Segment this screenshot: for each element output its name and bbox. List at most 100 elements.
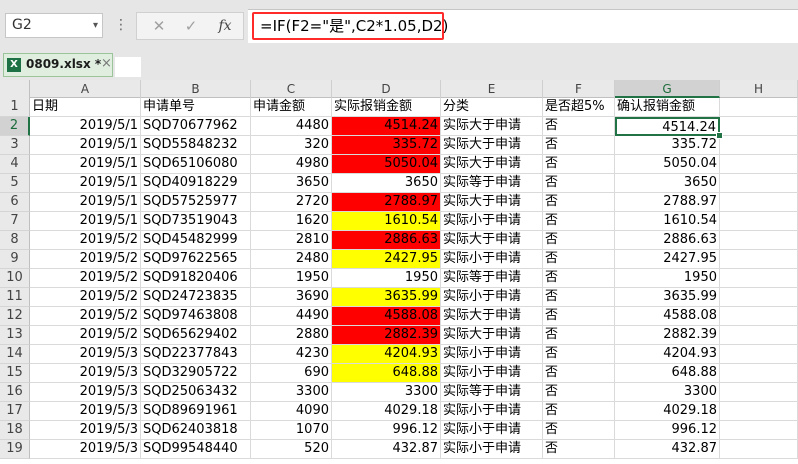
cell-over[interactable]: 否 xyxy=(543,212,615,231)
cell-actual[interactable]: 2427.95 xyxy=(332,250,441,269)
cell-date[interactable]: 2019/5/2 xyxy=(30,231,141,250)
cell-f1[interactable]: 是否超5% xyxy=(543,98,615,117)
cell-confirm[interactable]: 335.72 xyxy=(615,136,720,155)
cell-category[interactable]: 实际小于申请 xyxy=(441,250,543,269)
cell-over[interactable]: 否 xyxy=(543,288,615,307)
cell-apply[interactable]: 320 xyxy=(251,136,332,155)
cell-apply[interactable]: 2720 xyxy=(251,193,332,212)
cell-empty[interactable] xyxy=(720,193,798,212)
cell-c1[interactable]: 申请金额 xyxy=(251,98,332,117)
cell-date[interactable]: 2019/5/2 xyxy=(30,250,141,269)
cell-empty[interactable] xyxy=(720,345,798,364)
cell-empty[interactable] xyxy=(720,307,798,326)
cell-date[interactable]: 2019/5/2 xyxy=(30,269,141,288)
cell-category[interactable]: 实际小于申请 xyxy=(441,421,543,440)
cell-actual[interactable]: 648.88 xyxy=(332,364,441,383)
cell-apply[interactable]: 4490 xyxy=(251,307,332,326)
cell-over[interactable]: 否 xyxy=(543,174,615,193)
cell-apply[interactable]: 4090 xyxy=(251,402,332,421)
more-options-icon[interactable]: ⋮ xyxy=(114,14,128,36)
cell-empty[interactable] xyxy=(720,231,798,250)
cell-id[interactable]: SQD91820406 xyxy=(141,269,251,288)
cell-empty[interactable] xyxy=(720,421,798,440)
cell-category[interactable]: 实际小于申请 xyxy=(441,212,543,231)
cell-date[interactable]: 2019/5/1 xyxy=(30,212,141,231)
cell-date[interactable]: 2019/5/1 xyxy=(30,174,141,193)
cell-actual[interactable]: 2788.97 xyxy=(332,193,441,212)
cell-actual[interactable]: 335.72 xyxy=(332,136,441,155)
cell-id[interactable]: SQD32905722 xyxy=(141,364,251,383)
cell-apply[interactable]: 4980 xyxy=(251,155,332,174)
row-number[interactable]: 1 xyxy=(0,98,30,117)
cell-actual[interactable]: 4514.24 xyxy=(332,117,441,136)
cell-confirm[interactable]: 2427.95 xyxy=(615,250,720,269)
cell-date[interactable]: 2019/5/2 xyxy=(30,326,141,345)
cell-confirm[interactable]: 1610.54 xyxy=(615,212,720,231)
cell-actual[interactable]: 4029.18 xyxy=(332,402,441,421)
select-all-corner[interactable] xyxy=(0,80,30,98)
cell-apply[interactable]: 3650 xyxy=(251,174,332,193)
cell-confirm[interactable]: 648.88 xyxy=(615,364,720,383)
row-number[interactable]: 13 xyxy=(0,326,30,345)
cell-apply[interactable]: 520 xyxy=(251,440,332,459)
cell-date[interactable]: 2019/5/1 xyxy=(30,193,141,212)
cell-confirm[interactable]: 432.87 xyxy=(615,440,720,459)
column-header-h[interactable]: H xyxy=(720,80,798,98)
cell-over[interactable]: 否 xyxy=(543,440,615,459)
cell-category[interactable]: 实际小于申请 xyxy=(441,364,543,383)
enter-icon[interactable]: ✓ xyxy=(177,15,205,37)
row-number[interactable]: 8 xyxy=(0,231,30,250)
cell-over[interactable]: 否 xyxy=(543,383,615,402)
cell-date[interactable]: 2019/5/1 xyxy=(30,155,141,174)
chevron-down-icon[interactable]: ▾ xyxy=(93,14,98,37)
cell-empty[interactable] xyxy=(720,364,798,383)
cell-actual[interactable]: 3635.99 xyxy=(332,288,441,307)
cell-date[interactable]: 2019/5/1 xyxy=(30,117,141,136)
cell-actual[interactable]: 4588.08 xyxy=(332,307,441,326)
cell-actual[interactable]: 1950 xyxy=(332,269,441,288)
row-number[interactable]: 10 xyxy=(0,269,30,288)
cell-actual[interactable]: 1610.54 xyxy=(332,212,441,231)
cell-over[interactable]: 否 xyxy=(543,231,615,250)
cell-empty[interactable] xyxy=(720,269,798,288)
cell-apply[interactable]: 1070 xyxy=(251,421,332,440)
column-header-c[interactable]: C xyxy=(251,80,332,98)
cell-id[interactable]: SQD65629402 xyxy=(141,326,251,345)
cell-actual[interactable]: 3300 xyxy=(332,383,441,402)
cell-confirm[interactable]: 2788.97 xyxy=(615,193,720,212)
cell-over[interactable]: 否 xyxy=(543,364,615,383)
cell-confirm[interactable]: 3650 xyxy=(615,174,720,193)
row-number[interactable]: 2 xyxy=(0,117,30,136)
column-header-f[interactable]: F xyxy=(543,80,615,98)
close-icon[interactable]: × xyxy=(101,56,112,71)
cell-confirm[interactable]: 3635.99 xyxy=(615,288,720,307)
cell-category[interactable]: 实际等于申请 xyxy=(441,269,543,288)
cell-actual[interactable]: 2886.63 xyxy=(332,231,441,250)
row-number[interactable]: 3 xyxy=(0,136,30,155)
cell-category[interactable]: 实际小于申请 xyxy=(441,288,543,307)
cell-confirm[interactable]: 996.12 xyxy=(615,421,720,440)
column-header-e[interactable]: E xyxy=(441,80,543,98)
cell-id[interactable]: SQD57525977 xyxy=(141,193,251,212)
cell-actual[interactable]: 2882.39 xyxy=(332,326,441,345)
cell-over[interactable]: 否 xyxy=(543,193,615,212)
cell-a1[interactable]: 日期 xyxy=(30,98,141,117)
cell-date[interactable]: 2019/5/3 xyxy=(30,364,141,383)
cell-date[interactable]: 2019/5/3 xyxy=(30,421,141,440)
insert-function-icon[interactable]: fx xyxy=(211,15,239,37)
cell-confirm[interactable]: 3300 xyxy=(615,383,720,402)
cell-over[interactable]: 否 xyxy=(543,402,615,421)
cell-b1[interactable]: 申请单号 xyxy=(141,98,251,117)
cell-over[interactable]: 否 xyxy=(543,269,615,288)
cell-id[interactable]: SQD55848232 xyxy=(141,136,251,155)
row-number[interactable]: 9 xyxy=(0,250,30,269)
cell-date[interactable]: 2019/5/3 xyxy=(30,440,141,459)
cell-confirm[interactable]: 1950 xyxy=(615,269,720,288)
cell-category[interactable]: 实际小于申请 xyxy=(441,402,543,421)
cell-actual[interactable]: 5050.04 xyxy=(332,155,441,174)
cell-apply[interactable]: 4230 xyxy=(251,345,332,364)
cell-over[interactable]: 否 xyxy=(543,421,615,440)
cell-confirm[interactable]: 4588.08 xyxy=(615,307,720,326)
cell-apply[interactable]: 3300 xyxy=(251,383,332,402)
cell-over[interactable]: 否 xyxy=(543,155,615,174)
